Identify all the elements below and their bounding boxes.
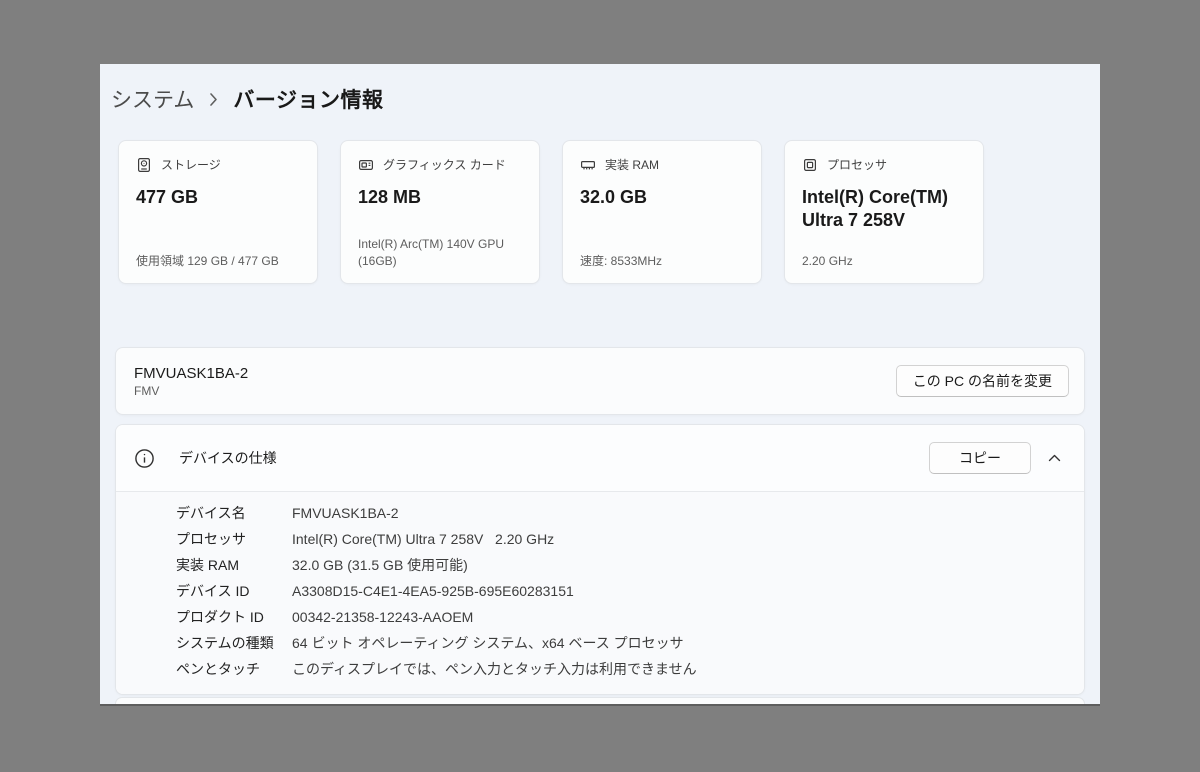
spec-row-product-id: プロダクト ID 00342-21358-12243-AAOEM — [176, 604, 1064, 630]
spec-row-device-name: デバイス名 FMVUASK1BA-2 — [176, 500, 1064, 526]
device-specs-body: デバイス名 FMVUASK1BA-2 プロセッサ Intel(R) Core(T… — [116, 491, 1084, 694]
device-specs-card: デバイスの仕様 コピー デバイス名 FMVUASK1BA-2 プロセッサ Int… — [115, 424, 1085, 695]
card-value: 477 GB — [136, 186, 300, 209]
cpu-icon — [802, 157, 818, 173]
card-label: ストレージ — [161, 156, 221, 173]
summary-cards-row: ストレージ 477 GB 使用領域 129 GB / 477 GB グラフィック… — [118, 140, 984, 284]
rename-pc-button[interactable]: この PC の名前を変更 — [896, 365, 1069, 397]
spec-row-device-id: デバイス ID A3308D15-C4E1-4EA5-925B-695E6028… — [176, 578, 1064, 604]
device-name-card: FMVUASK1BA-2 FMV この PC の名前を変更 — [115, 347, 1085, 415]
ram-icon — [580, 157, 596, 173]
breadcrumb: システム バージョン情報 — [111, 84, 383, 114]
chevron-up-icon[interactable] — [1039, 443, 1069, 473]
page-title: バージョン情報 — [233, 84, 383, 114]
card-label: 実装 RAM — [605, 156, 659, 173]
device-specs-header[interactable]: デバイスの仕様 コピー — [116, 425, 1084, 491]
gpu-icon — [358, 157, 374, 173]
spec-row-pen-touch: ペンとタッチ このディスプレイでは、ペン入力とタッチ入力は利用できません — [176, 656, 1064, 682]
breadcrumb-system[interactable]: システム — [111, 84, 194, 114]
info-icon — [134, 448, 155, 469]
card-value: 32.0 GB — [580, 186, 744, 209]
card-detail: 速度: 8533MHz — [580, 253, 744, 270]
card-label: グラフィックス カード — [383, 156, 506, 173]
card-value: 128 MB — [358, 186, 522, 209]
graphics-card: グラフィックス カード 128 MB Intel(R) Arc(TM) 140V… — [340, 140, 540, 284]
storage-icon — [136, 157, 152, 173]
device-name: FMVUASK1BA-2 — [134, 365, 248, 382]
copy-button[interactable]: コピー — [929, 442, 1031, 474]
device-domain: FMV — [134, 384, 248, 398]
chevron-right-icon — [209, 92, 218, 107]
card-detail: Intel(R) Arc(TM) 140V GPU (16GB) — [358, 236, 522, 270]
card-detail: 2.20 GHz — [802, 253, 966, 270]
spec-row-system-type: システムの種類 64 ビット オペレーティング システム、x64 ベース プロセ… — [176, 630, 1064, 656]
device-specs-title: デバイスの仕様 — [179, 448, 277, 468]
ram-card: 実装 RAM 32.0 GB 速度: 8533MHz — [562, 140, 762, 284]
storage-card: ストレージ 477 GB 使用領域 129 GB / 477 GB — [118, 140, 318, 284]
spec-row-ram: 実装 RAM 32.0 GB (31.5 GB 使用可能) — [176, 552, 1064, 578]
spec-row-processor: プロセッサ Intel(R) Core(TM) Ultra 7 258V 2.2… — [176, 526, 1064, 552]
next-section-sliver[interactable] — [115, 697, 1085, 706]
settings-window: システム バージョン情報 ストレージ 477 GB 使用領域 129 GB — [100, 64, 1100, 706]
card-value: Intel(R) Core(TM) Ultra 7 258V — [802, 186, 966, 233]
card-detail: 使用領域 129 GB / 477 GB — [136, 253, 300, 270]
processor-card: プロセッサ Intel(R) Core(TM) Ultra 7 258V 2.2… — [784, 140, 984, 284]
card-label: プロセッサ — [827, 156, 887, 173]
